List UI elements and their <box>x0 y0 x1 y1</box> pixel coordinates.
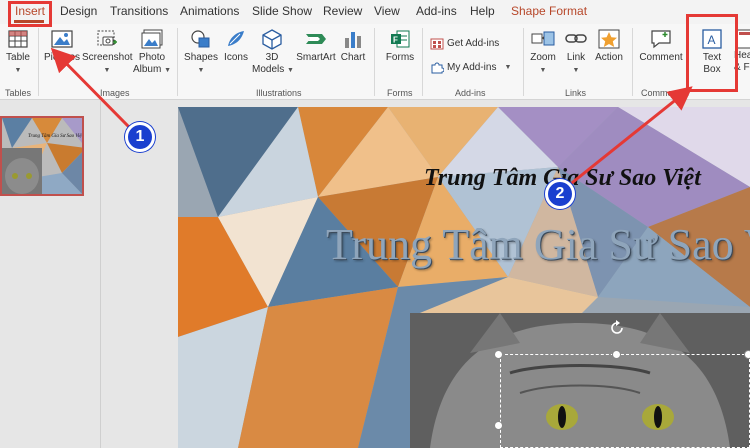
get-add-ins-label: Get Add-ins <box>447 37 500 49</box>
link-button[interactable]: Link ▼ <box>562 28 590 77</box>
group-comments: Comments <box>641 88 685 98</box>
photo-album-label-2: Album ▼ <box>132 64 172 75</box>
icons-icon <box>228 31 244 46</box>
smartart-button[interactable]: SmartArt <box>294 28 338 64</box>
my-add-ins-label: My Add-ins <box>447 61 497 73</box>
slide-title-text[interactable]: Trung Tâm Gia Sư Sao Việt <box>326 219 750 270</box>
comment-icon <box>651 30 671 49</box>
thumbnail-cat-image <box>2 148 42 194</box>
store-icon <box>430 38 444 50</box>
shapes-label: Shapes <box>184 52 218 63</box>
chevron-down-icon: ▼ <box>572 67 580 74</box>
highlight-text-box-button <box>686 14 738 92</box>
group-links: Links <box>565 88 587 98</box>
get-add-ins-button[interactable]: Get Add-ins <box>430 36 499 50</box>
group-images: Images <box>100 88 130 98</box>
bar-chart-icon <box>345 32 361 48</box>
ribbon-separator <box>632 28 633 96</box>
tab-add-ins[interactable]: Add-ins <box>416 4 457 18</box>
table-label: Table <box>6 52 30 63</box>
star-icon <box>598 29 620 49</box>
resize-handle-left[interactable] <box>494 421 503 430</box>
action-label: Action <box>595 52 623 63</box>
forms-label: Forms <box>385 52 415 63</box>
screenshot-button[interactable]: Screenshot ▼ <box>82 28 133 77</box>
3d-models-button[interactable]: 3D Models ▼ <box>252 28 294 77</box>
smartart-icon <box>306 34 326 44</box>
ribbon-separator <box>422 28 423 96</box>
zoom-icon <box>531 31 555 46</box>
chart-label: Chart <box>340 52 366 63</box>
resize-handle-top[interactable] <box>612 350 621 359</box>
photo-album-button[interactable]: Photo Album ▼ <box>132 28 172 77</box>
resize-handle-top-right[interactable] <box>744 350 750 359</box>
pictures-label: Pictures <box>43 52 81 63</box>
slide-thumbnail-1[interactable]: Trung Tâm Gia Sư Sao Việt <box>0 116 84 196</box>
ribbon-separator <box>523 28 524 96</box>
icons-label: Icons <box>224 52 248 63</box>
picture-icon <box>51 30 73 48</box>
shapes-icon <box>191 30 210 48</box>
screenshot-label: Screenshot <box>82 52 133 63</box>
chevron-down-icon: ▼ <box>14 67 22 74</box>
chevron-down-icon: ▼ <box>103 67 111 74</box>
comment-button[interactable]: Comment <box>638 28 684 64</box>
step-badge-1: 1 <box>125 122 155 152</box>
link-label: Link <box>566 52 586 63</box>
puzzle-icon <box>431 62 444 74</box>
tab-view[interactable]: View <box>374 4 400 18</box>
3d-models-label-2: Models ▼ <box>252 64 294 75</box>
ribbon-tab-bar: Insert Design Transitions Animations Sli… <box>0 0 750 24</box>
zoom-button[interactable]: Zoom ▼ <box>527 28 559 77</box>
tab-shape-format[interactable]: Shape Format <box>511 4 587 18</box>
chevron-down-icon: ▼ <box>539 67 547 74</box>
link-icon <box>565 34 587 43</box>
ribbon-insert: Table ▼ Tables Pictures Screenshot ▼ Pho… <box>0 24 750 100</box>
screenshot-icon <box>97 30 117 46</box>
tab-slide-show[interactable]: Slide Show <box>252 4 312 18</box>
ribbon-separator <box>177 28 178 96</box>
table-icon <box>8 30 28 48</box>
tab-transitions[interactable]: Transitions <box>110 4 168 18</box>
my-add-ins-button[interactable]: My Add-ins ▼ <box>430 60 511 74</box>
comment-label: Comment <box>639 52 683 63</box>
chart-button[interactable]: Chart <box>339 28 367 64</box>
slide-canvas[interactable]: Trung Tâm Gia Sư Sao Việt Trung Tâm Gia … <box>178 107 750 448</box>
photo-album-icon <box>141 29 163 49</box>
action-button[interactable]: Action <box>592 28 626 64</box>
ribbon-separator <box>38 28 39 96</box>
forms-icon: F <box>391 30 410 48</box>
chevron-down-icon: ▼ <box>504 63 512 71</box>
ribbon-separator <box>374 28 375 96</box>
step-badge-2: 2 <box>545 179 575 209</box>
pictures-button[interactable]: Pictures <box>42 28 82 64</box>
smartart-label: SmartArt <box>296 52 336 63</box>
group-forms: Forms <box>387 88 413 98</box>
tab-animations[interactable]: Animations <box>180 4 239 18</box>
text-box-selection[interactable] <box>500 354 750 448</box>
group-tables: Tables <box>5 88 32 98</box>
tab-help[interactable]: Help <box>470 4 495 18</box>
group-illustrations: Illustrations <box>256 88 302 98</box>
icons-button[interactable]: Icons <box>221 28 251 64</box>
3d-models-label-1: 3D <box>265 52 279 63</box>
highlight-insert-tab <box>8 1 52 27</box>
shapes-button[interactable]: Shapes ▼ <box>183 28 219 77</box>
resize-handle-top-left[interactable] <box>494 350 503 359</box>
rotate-handle-icon[interactable] <box>608 319 626 337</box>
thumbnail-title: Trung Tâm Gia Sư Sao Việt <box>28 134 83 139</box>
table-button[interactable]: Table ▼ <box>4 28 32 77</box>
tab-design[interactable]: Design <box>60 4 97 18</box>
tab-review[interactable]: Review <box>323 4 362 18</box>
zoom-label: Zoom <box>530 52 556 63</box>
group-add-ins: Add-ins <box>455 88 486 98</box>
photo-album-label-1: Photo <box>138 52 166 63</box>
slide-thumbnail-pane: Trung Tâm Gia Sư Sao Việt <box>0 101 101 448</box>
forms-button[interactable]: F Forms <box>382 28 418 64</box>
chevron-down-icon: ▼ <box>197 67 205 74</box>
svg-text:F: F <box>393 36 398 45</box>
cube-icon <box>262 29 282 50</box>
